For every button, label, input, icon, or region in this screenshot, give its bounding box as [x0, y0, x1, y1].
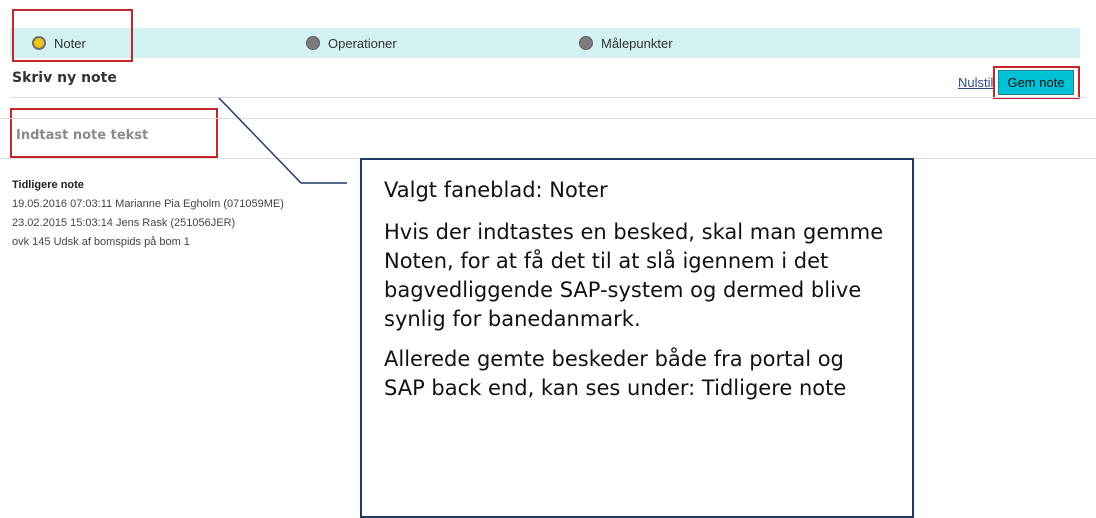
callout-text: Allerede gemte beskeder både fra portal …: [384, 347, 847, 400]
callout-text: Valgt faneblad: Noter: [384, 178, 608, 202]
annotation-callout: Valgt faneblad: Noter Hvis der indtastes…: [360, 158, 914, 518]
callout-text: Hvis der indtastes en besked, skal man g…: [384, 220, 884, 331]
